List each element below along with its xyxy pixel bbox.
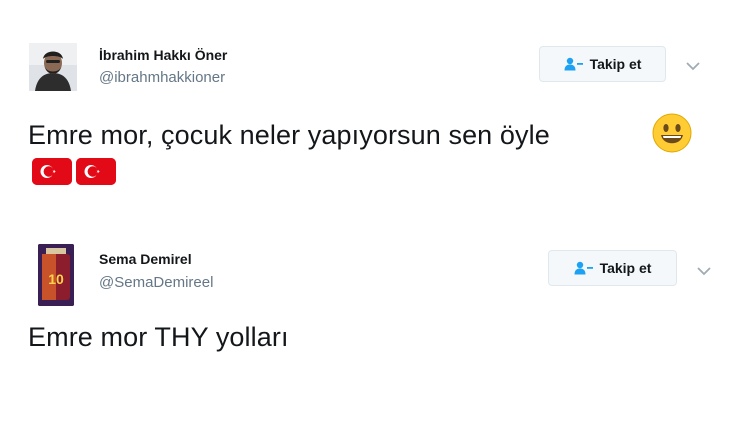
- smiley-emoji: [652, 113, 692, 153]
- add-user-icon: [574, 261, 594, 275]
- tweet-card: 10 Sema Demirel @SemaDemireel Takip et E…: [0, 222, 752, 432]
- avatar[interactable]: [29, 43, 77, 91]
- flag-emoji-group: [32, 158, 116, 185]
- user-handle[interactable]: @SemaDemireel: [99, 274, 213, 291]
- chevron-down-icon[interactable]: [686, 58, 700, 76]
- tweet-text: Emre mor THY yolları: [28, 322, 289, 352]
- display-name[interactable]: İbrahim Hakkı Öner: [99, 47, 227, 63]
- avatar-photo: 10: [38, 244, 74, 306]
- display-name[interactable]: Sema Demirel: [99, 251, 192, 267]
- follow-button-label: Takip et: [589, 56, 642, 72]
- turkey-flag-emoji: [76, 158, 116, 185]
- chevron-down-icon[interactable]: [697, 263, 711, 281]
- tweet-card: İbrahim Hakkı Öner @ibrahmhakkioner Taki…: [0, 0, 752, 215]
- user-handle[interactable]: @ibrahmhakkioner: [99, 69, 225, 86]
- avatar[interactable]: 10: [38, 244, 74, 306]
- follow-button[interactable]: Takip et: [548, 250, 677, 286]
- jersey-number: 10: [48, 271, 64, 287]
- follow-button[interactable]: Takip et: [539, 46, 666, 82]
- add-user-icon: [564, 57, 584, 71]
- turkey-flag-emoji: [32, 158, 72, 185]
- avatar-photo: [29, 43, 77, 91]
- tweet-text: Emre mor, çocuk neler yapıyorsun sen öyl…: [28, 120, 550, 150]
- follow-button-label: Takip et: [599, 260, 652, 276]
